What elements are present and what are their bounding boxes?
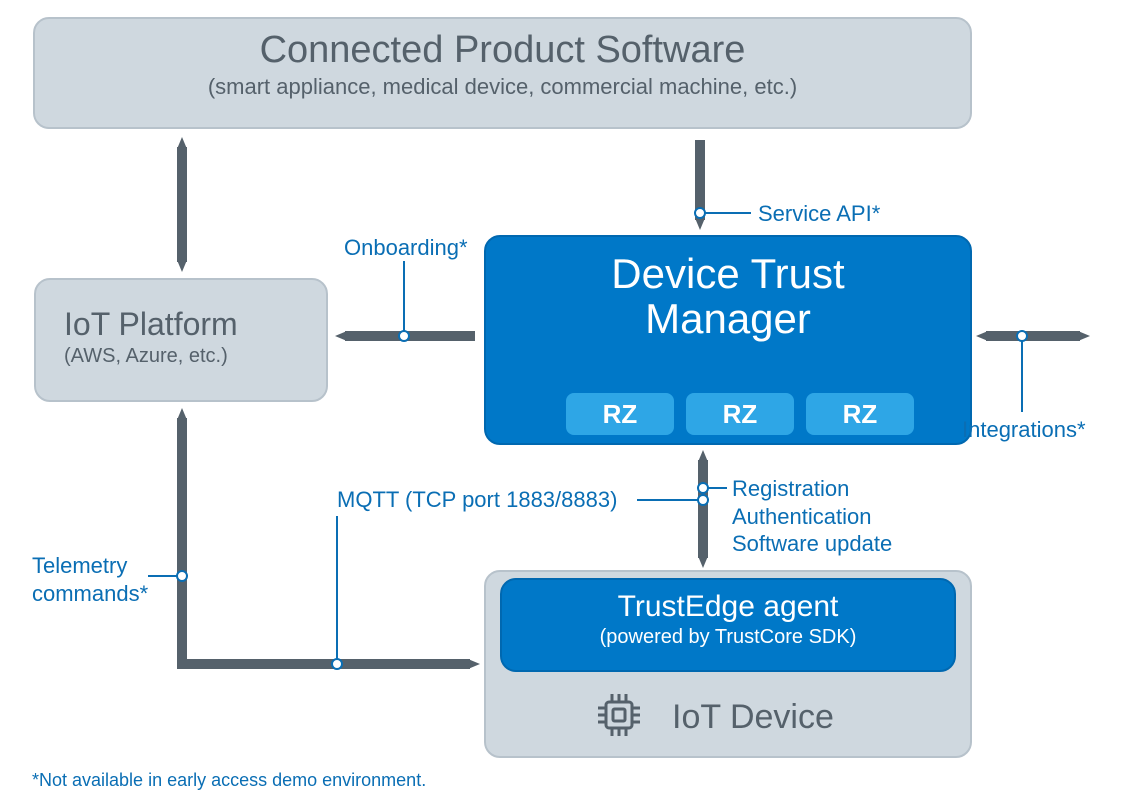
label-mqtt: MQTT (TCP port 1883/8883) [337, 486, 617, 514]
callout-mqtt-dot [698, 495, 708, 505]
architecture-diagram: Connected Product Software (smart applia… [0, 0, 1137, 804]
label-integrations: Integrations* [962, 416, 1086, 444]
chip-icon [594, 690, 644, 745]
callout-telemetry-dot [177, 571, 187, 581]
label-service-api: Service API* [758, 200, 880, 228]
trustedge-title: TrustEdge agent [502, 590, 954, 624]
callout-reg-dot [698, 483, 708, 493]
box-iot-platform: IoT Platform (AWS, Azure, etc.) [34, 278, 328, 402]
arrow-iotplatform-iotdevice [182, 418, 470, 664]
dtm-title-line1: Device Trust [611, 250, 844, 297]
rz-pill-0: RZ [566, 393, 674, 435]
iot-device-label: IoT Device [672, 698, 834, 737]
trustedge-subtitle: (powered by TrustCore SDK) [502, 626, 954, 649]
label-dtm-te-line2: Authentication [732, 503, 892, 531]
callout-integrations-dot [1017, 331, 1027, 341]
callout-service-api-dot [695, 208, 705, 218]
rz-pill-1: RZ [686, 393, 794, 435]
iot-platform-subtitle: (AWS, Azure, etc.) [64, 345, 326, 368]
label-onboarding: Onboarding* [344, 234, 468, 262]
box-connected-product-software: Connected Product Software (smart applia… [33, 17, 972, 129]
label-dtm-te-line1: Registration [732, 475, 892, 503]
dtm-title-line2: Manager [645, 295, 811, 342]
label-dtm-te-line3: Software update [732, 530, 892, 558]
footnote: *Not available in early access demo envi… [32, 770, 426, 791]
callout-mqtt-dot2 [332, 659, 342, 669]
callout-onboarding-dot [399, 331, 409, 341]
label-telemetry: Telemetry commands* [32, 552, 148, 607]
rz-pill-2: RZ [806, 393, 914, 435]
connected-product-subtitle: (smart appliance, medical device, commer… [35, 74, 970, 100]
box-trustedge-agent: TrustEdge agent (powered by TrustCore SD… [500, 578, 956, 672]
box-device-trust-manager: Device Trust Manager RZ RZ RZ [484, 235, 972, 445]
connected-product-title: Connected Product Software [35, 29, 970, 72]
iot-platform-title: IoT Platform [64, 306, 326, 343]
